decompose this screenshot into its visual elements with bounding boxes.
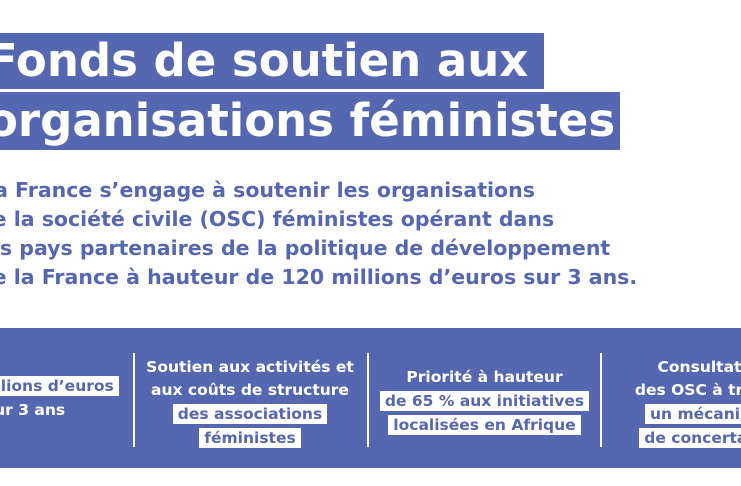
title-text-2: organisations féministes	[0, 94, 616, 147]
fact-text: aux coûts de structure	[151, 381, 349, 399]
intro-paragraph: La France s’engage à soutenir les organi…	[0, 176, 741, 292]
fact-highlight: de 65 % aux initiatives	[379, 391, 590, 411]
fact-highlight: féministes	[199, 428, 301, 448]
fact-column-priority: Priorité à hauteur de 65 % aux initiativ…	[372, 366, 597, 437]
intro-line: de la France à hauteur de 120 millions d…	[0, 265, 638, 289]
title-text-1: Fonds de soutien aux	[0, 34, 529, 87]
page-title-line-1: Fonds de soutien aux	[0, 33, 544, 89]
column-divider	[133, 353, 135, 447]
fact-column-consultation: Consultation des OSC à travers un mécani…	[608, 356, 741, 450]
fact-highlight: 120 millions d’euros	[0, 376, 119, 396]
intro-line: de la société civile (OSC) féministes op…	[0, 207, 555, 231]
column-divider	[600, 353, 602, 447]
fact-column-support: Soutien aux activités et aux coûts de st…	[140, 356, 360, 450]
fact-highlight: localisées en Afrique	[388, 415, 581, 435]
intro-line: les pays partenaires de la politique de …	[0, 236, 611, 260]
fact-highlight: un mécanisme	[644, 404, 741, 424]
column-divider	[367, 353, 369, 447]
fact-column-budget: 120 millions d’euros sur 3 ans	[0, 374, 120, 422]
fact-highlight: de concertation	[639, 428, 741, 448]
fact-text: Soutien aux activités et	[146, 358, 354, 376]
fact-text: Priorité à hauteur	[406, 368, 563, 386]
intro-line: La France s’engage à soutenir les organi…	[0, 178, 535, 202]
page-title-line-2: organisations féministes	[0, 92, 620, 150]
fact-highlight: des associations	[172, 404, 328, 424]
fact-text: sur 3 ans	[0, 401, 66, 419]
fact-text: Consultation	[657, 358, 741, 376]
key-facts-band: 120 millions d’euros sur 3 ans Soutien a…	[0, 328, 741, 468]
fact-text: des OSC à travers	[634, 381, 741, 399]
